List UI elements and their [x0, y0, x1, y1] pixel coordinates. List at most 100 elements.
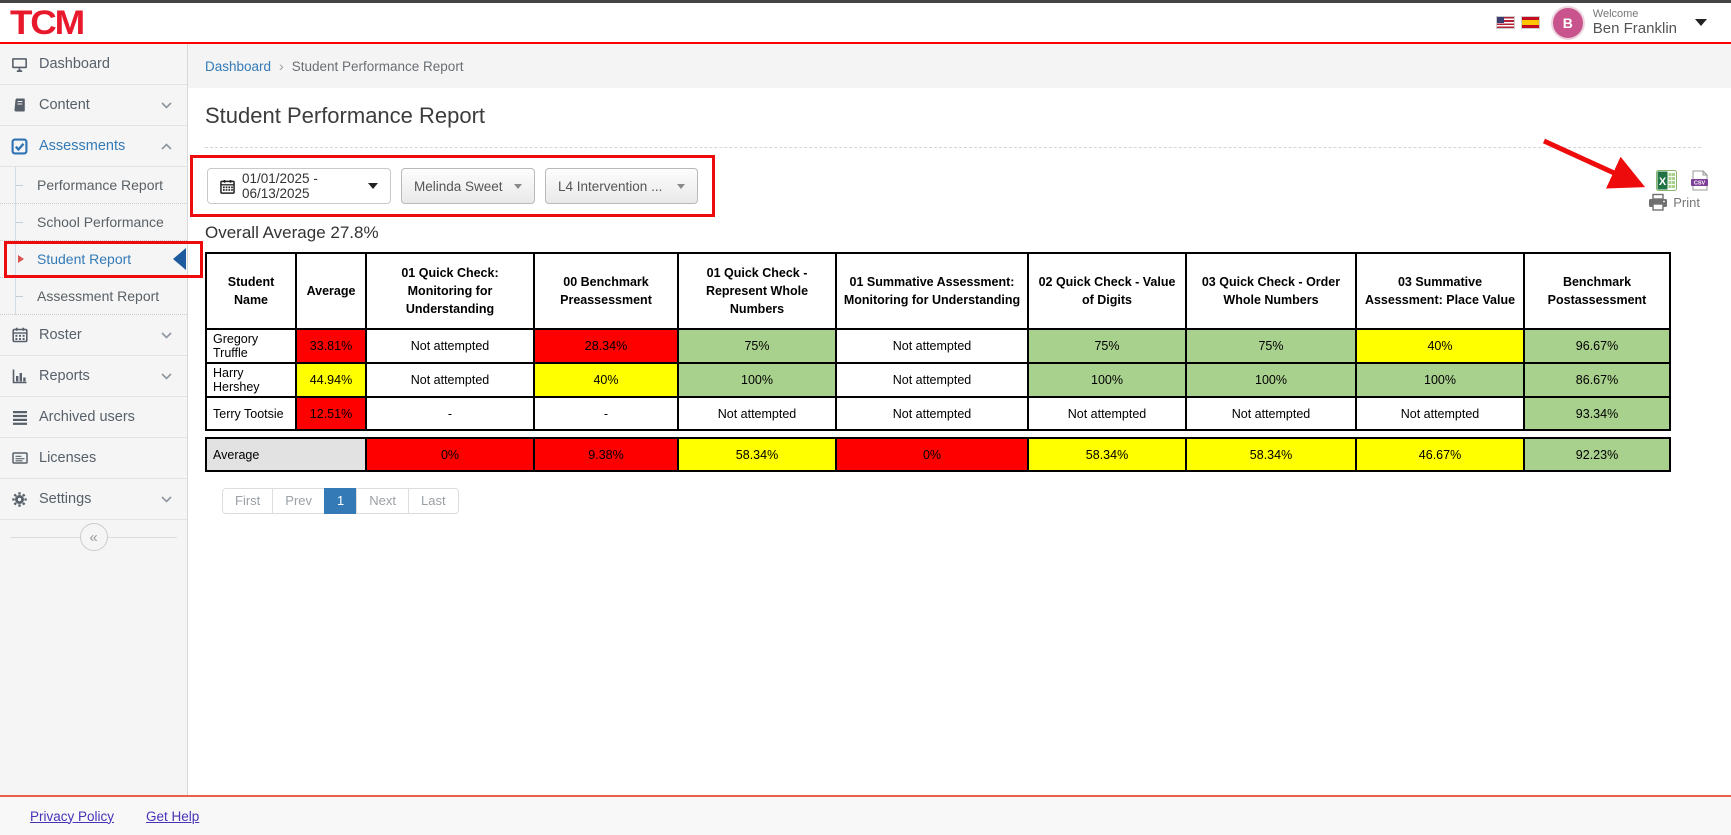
sidebar-collapse-row: « — [0, 520, 187, 554]
sidebar-item-label: School Performance — [37, 214, 164, 230]
content-body: Student Performance Report 01/01/2025 - … — [188, 88, 1731, 795]
score-cell: 33.81% — [296, 329, 366, 363]
sidebar-item-label: Archived users — [39, 409, 135, 425]
avatar[interactable]: B — [1553, 8, 1583, 38]
print-label: Print — [1673, 195, 1700, 210]
excel-export-icon[interactable]: X — [1656, 170, 1677, 191]
user-menu-caret-icon[interactable] — [1695, 19, 1707, 26]
score-cell: 75% — [1186, 329, 1356, 363]
us-flag-icon[interactable] — [1497, 17, 1514, 28]
csv-export-icon[interactable]: CSV — [1689, 170, 1710, 191]
score-cell: 12.51% — [296, 397, 366, 430]
score-cell: 93.34% — [1524, 397, 1670, 430]
sidebar-item-licenses[interactable]: Licenses — [0, 438, 187, 479]
sidebar-item-dashboard[interactable]: Dashboard — [0, 44, 187, 85]
average-score-cell: 92.23% — [1524, 438, 1670, 471]
sidebar-item-label: Content — [39, 97, 90, 113]
column-header: 03 Quick Check - Order Whole Numbers — [1186, 253, 1356, 329]
list-icon — [11, 409, 28, 426]
pagination-prev[interactable]: Prev — [272, 488, 325, 514]
score-cell: Not attempted — [836, 397, 1028, 430]
annotation-box-filters: 01/01/2025 - 06/13/2025 Melinda Sweet L4… — [190, 155, 715, 217]
caret-down-icon — [677, 184, 685, 189]
chevron-down-icon — [161, 496, 172, 503]
overall-average: Overall Average 27.8% — [205, 223, 1731, 243]
chevron-down-icon — [161, 373, 172, 380]
sidebar-item-reports[interactable]: Reports — [0, 356, 187, 397]
score-cell: 100% — [1356, 363, 1524, 397]
average-score-cell: 58.34% — [678, 438, 836, 471]
table-row: Harry Hershey44.94%Not attempted40%100%N… — [206, 363, 1670, 397]
average-label-cell: Average — [206, 438, 366, 471]
pagination-last[interactable]: Last — [408, 488, 459, 514]
sidebar-item-roster[interactable]: Roster — [0, 315, 187, 356]
average-score-cell: 0% — [836, 438, 1028, 471]
date-range-picker[interactable]: 01/01/2025 - 06/13/2025 — [207, 168, 391, 204]
print-button[interactable]: Print — [1648, 193, 1710, 211]
average-row: Average0%9.38%58.34%0%58.34%58.34%46.67%… — [206, 438, 1670, 471]
breadcrumb-separator: › — [279, 58, 284, 74]
app-footer: Privacy Policy Get Help — [0, 795, 1731, 835]
score-cell: Not attempted — [1028, 397, 1186, 430]
performance-table: Student NameAverage01 Quick Check: Monit… — [205, 252, 1671, 431]
sidebar-collapse-button[interactable]: « — [80, 523, 108, 551]
class-select-value: L4 Intervention ... — [558, 179, 662, 194]
sidebar-item-settings[interactable]: Settings — [0, 479, 187, 520]
breadcrumb: Dashboard › Student Performance Report — [188, 44, 1731, 88]
content-area: Dashboard › Student Performance Report S… — [188, 44, 1731, 795]
caret-down-icon — [368, 183, 378, 189]
column-header: 01 Quick Check: Monitoring for Understan… — [366, 253, 534, 329]
pagination-1[interactable]: 1 — [324, 488, 357, 514]
user-name: Ben Franklin — [1593, 20, 1677, 37]
sidebar-item-label: Dashboard — [39, 56, 110, 72]
teacher-select-value: Melinda Sweet — [414, 179, 503, 194]
sidebar-item-performance-report[interactable]: Performance Report — [0, 167, 187, 204]
table-row: Gregory Truffle33.81% Not attempted 28.34%… — [206, 329, 1670, 363]
breadcrumb-current: Student Performance Report — [292, 59, 464, 74]
score-cell: 40% — [534, 363, 678, 397]
sidebar-item-label: Performance Report — [37, 177, 163, 193]
student-name-cell: Terry Tootsie — [206, 397, 296, 430]
class-select[interactable]: L4 Intervention ... — [545, 168, 698, 204]
caret-down-icon — [514, 184, 522, 189]
score-cell: 28.34% — [534, 329, 678, 363]
sidebar-item-content[interactable]: Content — [0, 85, 187, 126]
student-name-cell: Gregory Truffle — [206, 329, 296, 363]
sidebar-item-school-performance[interactable]: School Performance — [0, 204, 187, 241]
sidebar-item-archived-users[interactable]: Archived users — [0, 397, 187, 438]
breadcrumb-dashboard-link[interactable]: Dashboard — [205, 59, 271, 74]
chevron-down-icon — [161, 102, 172, 109]
average-score-cell: 9.38% — [534, 438, 678, 471]
assessments-submenu: Performance Report School Performance St… — [0, 167, 187, 315]
table-header-row: Student NameAverage01 Quick Check: Monit… — [206, 253, 1670, 329]
tcm-logo[interactable]: TCM — [10, 8, 83, 38]
column-header: 01 Summative Assessment: Monitoring for … — [836, 253, 1028, 329]
average-table: Average0%9.38%58.34%0%58.34%58.34%46.67%… — [205, 437, 1671, 472]
get-help-link[interactable]: Get Help — [146, 809, 199, 824]
pagination-first[interactable]: First — [222, 488, 273, 514]
average-score-cell: 0% — [366, 438, 534, 471]
table-row: Terry Tootsie12.51%--Not attemptedNot at… — [206, 397, 1670, 430]
average-score-cell: 58.34% — [1186, 438, 1356, 471]
student-name-cell: Harry Hershey — [206, 363, 296, 397]
score-cell: Not attempted — [366, 363, 534, 397]
teacher-select[interactable]: Melinda Sweet — [401, 168, 535, 204]
score-cell: 86.67% — [1524, 363, 1670, 397]
calendar-icon — [220, 179, 235, 194]
sidebar-item-student-report[interactable]: Student Report — [0, 241, 187, 278]
checkbox-icon — [11, 138, 28, 155]
sidebar-item-assessment-report[interactable]: Assessment Report — [0, 278, 187, 315]
header-right: B Welcome Ben Franklin — [1497, 8, 1731, 38]
printer-icon — [1648, 193, 1668, 211]
monitor-icon — [11, 56, 28, 73]
spain-flag-icon[interactable] — [1522, 17, 1539, 28]
sidebar-item-label: Licenses — [39, 450, 96, 466]
privacy-policy-link[interactable]: Privacy Policy — [30, 809, 114, 824]
sidebar: Dashboard Content Assessments Performanc… — [0, 44, 188, 795]
welcome-label: Welcome — [1593, 8, 1677, 21]
table-zone: Student NameAverage01 Quick Check: Monit… — [205, 252, 1731, 514]
app-header: TCM B Welcome Ben Franklin — [0, 3, 1731, 44]
sidebar-item-assessments[interactable]: Assessments — [0, 126, 187, 167]
pagination-next[interactable]: Next — [356, 488, 409, 514]
score-cell: Not attempted — [836, 329, 1028, 363]
